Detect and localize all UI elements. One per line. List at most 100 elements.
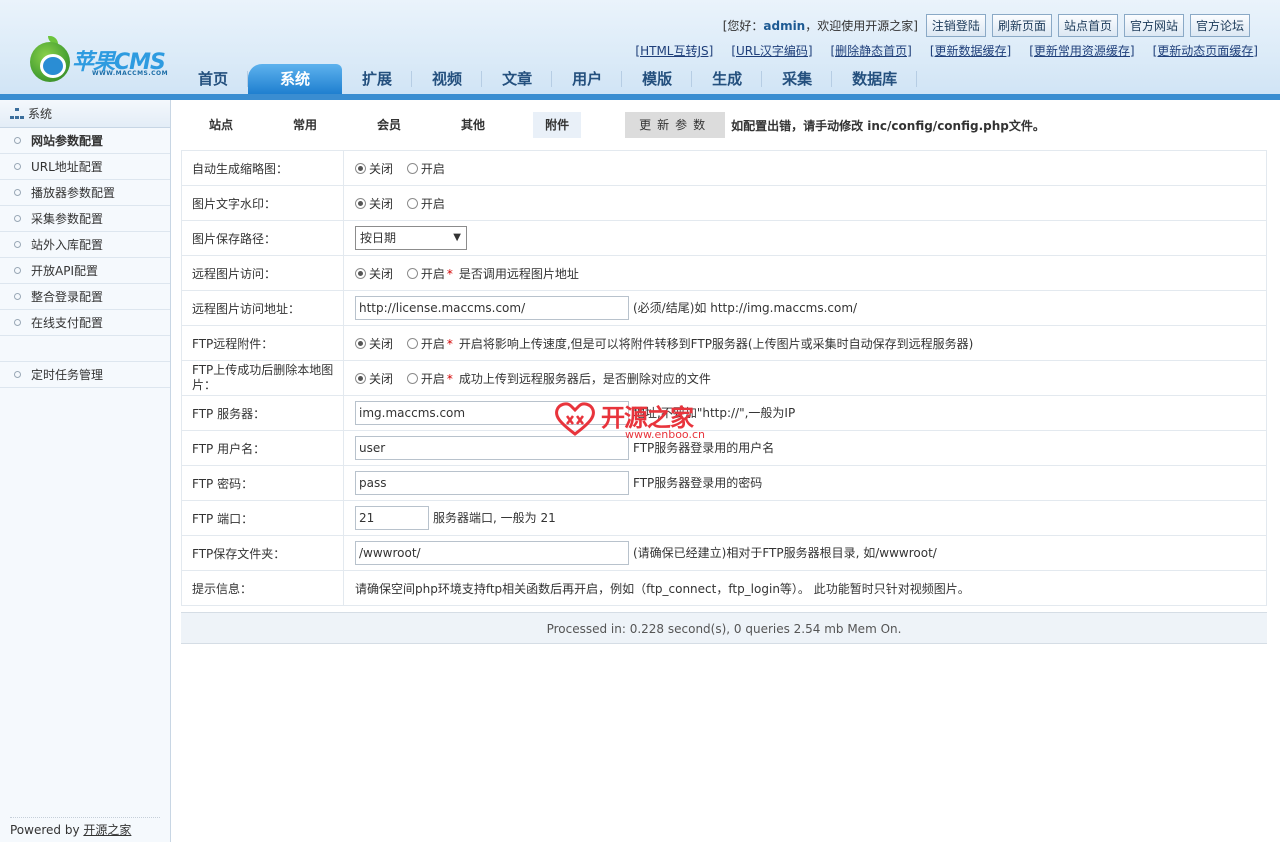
nav-home[interactable]: 首页 <box>178 64 249 94</box>
remote-url-input[interactable]: http://license.maccms.com/ <box>355 296 629 320</box>
nav-video[interactable]: 视频 <box>412 64 483 94</box>
sidebar: 系统 网站参数配置 URL地址配置 播放器参数配置 采集参数配置 站外入库配置 … <box>0 100 171 842</box>
required-asterisk: * <box>446 336 453 351</box>
tab-common[interactable]: 常用 <box>281 112 329 138</box>
url-encode-link[interactable]: [URL汉字编码] <box>731 42 812 59</box>
nav-database[interactable]: 数据库 <box>832 64 918 94</box>
site-home-button[interactable]: 站点首页 <box>1057 14 1118 37</box>
sidebar-item-url-config[interactable]: URL地址配置 <box>0 154 170 180</box>
radio-label: 开启 <box>420 371 445 386</box>
greeting-suffix: ，欢迎使用开源之家] <box>805 19 918 33</box>
row-label: 远程图片访问： <box>181 255 344 291</box>
ftp-off-radio[interactable] <box>355 337 366 349</box>
form-row-thumbnail: 自动生成缩略图： 关闭 开启 <box>181 150 1267 186</box>
form-row-info: 提示信息： 请确保空间php环境支持ftp相关函数后再开启，例如（ftp_con… <box>181 570 1267 606</box>
row-label: 图片保存路径： <box>181 220 344 256</box>
form-row-ftp-remote: FTP远程附件： 关闭 开启 * 开启将影响上传速度,但是可以将附件转移到FTP服务… <box>181 325 1267 361</box>
delete-static-home-link[interactable]: [删除静态首页] <box>831 42 912 59</box>
sidebar-spacer <box>0 336 170 362</box>
maccms-logo[interactable]: 苹果CMS WWW.MACCMS.COM <box>28 36 178 84</box>
update-resource-cache-link[interactable]: [更新常用资源缓存] <box>1029 42 1134 59</box>
info-text: 请确保空间php环境支持ftp相关函数后再开启，例如（ftp_connect，f… <box>343 570 1267 606</box>
update-params-button[interactable]: 更新参数 <box>625 112 726 138</box>
greeting: [您好：admin，欢迎使用开源之家] <box>723 17 918 34</box>
nav-extend[interactable]: 扩展 <box>342 64 413 94</box>
row-hint: FTP服务器登录用的密码 <box>633 475 763 490</box>
sidebar-item-label: 开放API配置 <box>31 264 98 278</box>
radio-label: 开启 <box>420 336 445 351</box>
ftp-folder-input[interactable]: /wwwroot/ <box>355 541 629 565</box>
thumbnail-on-radio[interactable] <box>406 162 418 174</box>
row-label: FTP 用户名： <box>181 430 344 466</box>
row-hint: 是否调用远程图片地址 <box>458 266 579 281</box>
attachment-config-form: 自动生成缩略图： 关闭 开启 图片文字水印： 关闭 开启 图片保存路径： 按日期… <box>181 150 1267 606</box>
sidebar-item-payment-config[interactable]: 在线支付配置 <box>0 310 170 336</box>
remote-on-radio[interactable] <box>406 267 418 279</box>
ftp-delete-on-radio[interactable] <box>406 372 418 384</box>
watermark-on-radio[interactable] <box>406 197 418 209</box>
powered-link[interactable]: 开源之家 <box>83 823 131 837</box>
form-row-watermark: 图片文字水印： 关闭 开启 <box>181 185 1267 221</box>
row-label: 远程图片访问地址： <box>181 290 344 326</box>
official-forum-button[interactable]: 官方论坛 <box>1189 14 1250 37</box>
sidebar-item-login-config[interactable]: 整合登录配置 <box>0 284 170 310</box>
radio-label: 关闭 <box>369 371 394 386</box>
html-to-js-link[interactable]: [HTML互转JS] <box>635 42 713 59</box>
remote-off-radio[interactable] <box>355 267 366 279</box>
row-value: 关闭 开启 * 开启将影响上传速度,但是可以将附件转移到FTP服务器(上传图片或采集… <box>343 325 1267 361</box>
select-value: 按日期 <box>360 231 397 245</box>
dropdown-arrow-icon: ▼ <box>453 232 461 243</box>
radio-label: 关闭 <box>369 266 394 281</box>
tab-attachment[interactable]: 附件 <box>533 112 582 138</box>
ftp-on-radio[interactable] <box>406 337 418 349</box>
row-hint: FTP服务器登录用的用户名 <box>633 440 775 455</box>
sidebar-item-import-config[interactable]: 站外入库配置 <box>0 232 170 258</box>
nav-template[interactable]: 模版 <box>622 64 693 94</box>
config-tabs: 站点 常用 会员 其他 附件 更新参数 如配置出错，请手动修改 inc/conf… <box>197 112 1045 138</box>
header: 苹果CMS WWW.MACCMS.COM [您好：admin，欢迎使用开源之家]… <box>0 0 1280 100</box>
sidebar-item-site-config[interactable]: 网站参数配置 <box>0 128 170 154</box>
nav-system[interactable]: 系统 <box>248 64 343 94</box>
row-hint: 服务器端口, 一般为 21 <box>433 510 556 525</box>
nav-user[interactable]: 用户 <box>552 64 623 94</box>
sidebar-item-collect-config[interactable]: 采集参数配置 <box>0 206 170 232</box>
circle-bullet-icon <box>14 319 21 326</box>
watermark-off-radio[interactable] <box>355 197 366 209</box>
ftp-delete-off-radio[interactable] <box>355 372 366 384</box>
thumbnail-off-radio[interactable] <box>355 162 366 174</box>
sidebar-item-player-config[interactable]: 播放器参数配置 <box>0 180 170 206</box>
ftp-server-input[interactable]: img.maccms.com <box>355 401 629 425</box>
powered-by: Powered by 开源之家 <box>10 821 131 838</box>
nav-generate[interactable]: 生成 <box>692 64 763 94</box>
sidebar-item-label: 在线支付配置 <box>31 316 104 330</box>
sidebar-item-label: 网站参数配置 <box>31 134 104 148</box>
circle-bullet-icon <box>14 241 21 248</box>
row-label: FTP 端口： <box>181 500 344 536</box>
ftp-username-input[interactable]: user <box>355 436 629 460</box>
row-value: pass FTP服务器登录用的密码 <box>343 465 1267 501</box>
row-label: FTP 服务器： <box>181 395 344 431</box>
ftp-password-input[interactable]: pass <box>355 471 629 495</box>
nav-collect[interactable]: 采集 <box>762 64 833 94</box>
row-value: 关闭 开启 * 成功上传到远程服务器后，是否删除对应的文件 <box>343 360 1267 396</box>
official-site-button[interactable]: 官方网站 <box>1123 14 1184 37</box>
save-path-select[interactable]: 按日期 ▼ <box>355 226 467 250</box>
update-dynamic-cache-link[interactable]: [更新动态页面缓存] <box>1153 42 1258 59</box>
sidebar-item-cron[interactable]: 定时任务管理 <box>0 362 170 388</box>
sidebar-item-api-config[interactable]: 开放API配置 <box>0 258 170 284</box>
row-value: 关闭 开启 * 是否调用远程图片地址 <box>343 255 1267 291</box>
row-value: 关闭 开启 <box>343 150 1267 186</box>
row-hint: 成功上传到远程服务器后，是否删除对应的文件 <box>458 371 711 386</box>
radio-label: 关闭 <box>369 196 394 211</box>
ftp-port-input[interactable]: 21 <box>355 506 429 530</box>
tab-site[interactable]: 站点 <box>197 112 245 138</box>
nav-article[interactable]: 文章 <box>482 64 553 94</box>
tab-member[interactable]: 会员 <box>365 112 413 138</box>
radio-label: 关闭 <box>369 336 394 351</box>
radio-label: 开启 <box>420 161 445 176</box>
refresh-page-button[interactable]: 刷新页面 <box>991 14 1052 37</box>
update-data-cache-link[interactable]: [更新数据缓存] <box>930 42 1011 59</box>
form-row-ftp-user: FTP 用户名： user FTP服务器登录用的用户名 <box>181 430 1267 466</box>
logout-button[interactable]: 注销登陆 <box>925 14 986 37</box>
tab-other[interactable]: 其他 <box>449 112 497 138</box>
